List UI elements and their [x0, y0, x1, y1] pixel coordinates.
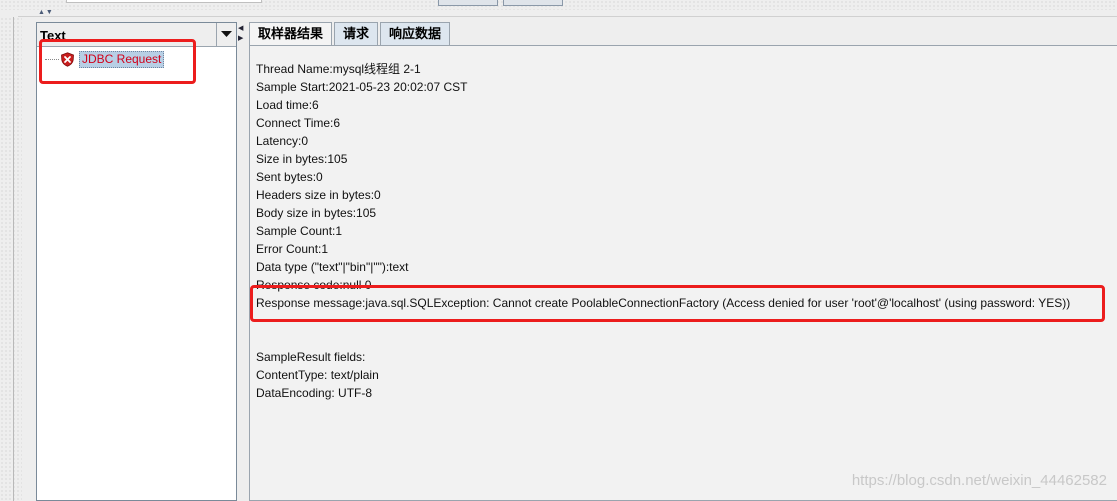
- top-button-1[interactable]: [438, 0, 498, 6]
- tab-sampler-result[interactable]: 取样器结果: [249, 22, 333, 46]
- sample-count: Sample Count:1: [256, 224, 343, 238]
- top-toolbar-strip: [0, 0, 1117, 10]
- error-count: Error Count:1: [256, 242, 329, 256]
- splitter-arrows-icon[interactable]: ◀ ▶: [238, 24, 243, 44]
- fields-header: SampleResult fields:: [256, 350, 366, 364]
- left-edge-strip: [0, 17, 22, 501]
- divider: [18, 16, 1117, 17]
- tab-request[interactable]: 请求: [334, 22, 379, 45]
- panel-splitter[interactable]: ◀ ▶: [237, 22, 246, 501]
- top-button-2[interactable]: [503, 0, 563, 6]
- top-text-field[interactable]: [66, 0, 262, 3]
- sampler-result-text[interactable]: Thread Name:mysql线程组 2-1 Sample Start:20…: [256, 60, 1116, 402]
- chevron-down-icon[interactable]: [216, 23, 236, 46]
- tab-response-data[interactable]: 响应数据: [380, 22, 451, 45]
- headers-size: Headers size in bytes:0: [256, 188, 381, 202]
- content-type: ContentType: text/plain: [256, 368, 379, 382]
- latency: Latency:0: [256, 134, 309, 148]
- divider: [13, 17, 14, 501]
- load-time: Load time:6: [256, 98, 319, 112]
- data-encoding: DataEncoding: UTF-8: [256, 386, 373, 400]
- size-in-bytes: Size in bytes:105: [256, 152, 348, 166]
- connect-time: Connect Time:6: [256, 116, 341, 130]
- watermark: https://blog.csdn.net/weixin_44462582: [851, 472, 1107, 489]
- red-highlight-box-response: [250, 285, 1105, 322]
- sent-bytes: Sent bytes:0: [256, 170, 323, 184]
- sampler-result-panel: Thread Name:mysql线程组 2-1 Sample Start:20…: [249, 45, 1117, 501]
- results-tree-panel: Text JDBC Request: [36, 22, 237, 501]
- sample-start: Sample Start:2021-05-23 20:02:07 CST: [256, 80, 468, 94]
- red-highlight-box-tree: [39, 39, 196, 84]
- thread-name: Thread Name:mysql线程组 2-1: [256, 62, 421, 76]
- result-tabs: 取样器结果 请求 响应数据: [249, 22, 452, 46]
- data-type: Data type ("text"|"bin"|""):text: [256, 260, 409, 274]
- body-size: Body size in bytes:105: [256, 206, 377, 220]
